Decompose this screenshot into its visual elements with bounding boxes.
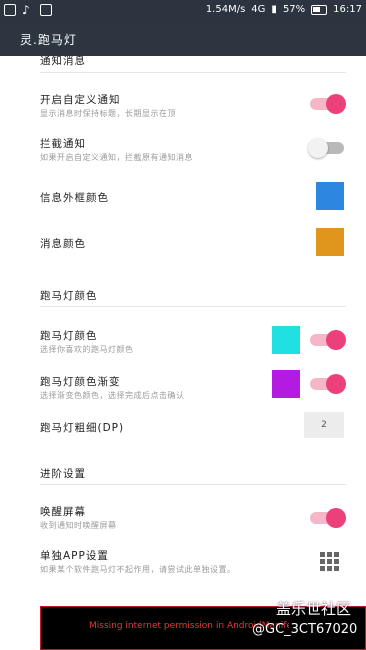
wake-screen-toggle[interactable] <box>310 508 346 528</box>
network-type: 4G <box>251 4 266 15</box>
message-color-swatch[interactable] <box>316 228 344 256</box>
battery-percent: 57% <box>282 4 306 15</box>
block-notification-toggle[interactable] <box>308 138 346 158</box>
watermark-site: 盖乐世社区 <box>276 600 352 618</box>
app-grid-icon[interactable] <box>320 552 340 572</box>
row-subtitle: 如果某个软件跑马灯不起作用，请尝试此单独设置。 <box>40 565 236 574</box>
row-subtitle: 如果开启自定义通知，拦截原有通知消息 <box>40 153 193 162</box>
row-title: 消息颜色 <box>40 238 86 250</box>
marquee-color-swatch[interactable] <box>272 326 300 354</box>
marquee-gradient-swatch[interactable] <box>272 370 300 398</box>
row-title: 开启自定义通知 <box>40 94 121 106</box>
image-icon <box>4 4 16 16</box>
row-subtitle: 显示消息时保持标题，长期显示在顶 <box>40 109 176 118</box>
divider <box>40 72 346 73</box>
section-title-notification: 通知消息 <box>40 56 86 67</box>
row-subtitle: 收到通知时唤醒屏幕 <box>40 521 117 530</box>
divider <box>40 306 346 307</box>
watermark-user: @GC_3CT67020 <box>252 622 358 637</box>
row-title: 跑马灯颜色渐变 <box>40 376 121 388</box>
battery-icon <box>311 4 328 15</box>
page-title: 灵.跑马灯 <box>20 33 77 47</box>
status-bar: ♪ 1.54M/s 4G ▮ 57% 16:17 <box>0 0 366 22</box>
info-border-color-swatch[interactable] <box>316 182 344 210</box>
marquee-color-toggle[interactable] <box>310 330 346 350</box>
marquee-width-value[interactable]: 2 <box>304 412 344 438</box>
section-title-advanced: 进阶设置 <box>40 468 86 480</box>
app-bar: 灵.跑马灯 <box>0 22 366 56</box>
row-title: 唤醒屏幕 <box>40 506 86 518</box>
custom-notification-toggle[interactable] <box>310 94 346 114</box>
row-title: 单独APP设置 <box>40 550 109 562</box>
row-title: 跑马灯粗细(DP) <box>40 422 125 434</box>
signal-icon: ▮ <box>271 4 277 15</box>
wifi-icon <box>40 4 52 16</box>
network-speed: 1.54M/s <box>205 4 246 15</box>
row-title: 拦截通知 <box>40 138 86 150</box>
section-title-marquee: 跑马灯颜色 <box>40 290 98 302</box>
row-title: 信息外框颜色 <box>40 192 109 204</box>
music-note-icon: ♪ <box>22 3 30 17</box>
clock: 16:17 <box>333 4 362 15</box>
divider <box>40 484 346 485</box>
row-title: 跑马灯颜色 <box>40 330 98 342</box>
marquee-gradient-toggle[interactable] <box>310 374 346 394</box>
row-subtitle: 选择渐变色颜色，选择完成后点击确认 <box>40 391 185 400</box>
row-subtitle: 选择你喜欢的跑马灯颜色 <box>40 345 134 354</box>
status-icons-right: 1.54M/s 4G ▮ 57% 16:17 <box>206 4 362 15</box>
status-icons-left: ♪ <box>4 4 52 16</box>
settings-list[interactable]: 通知消息 开启自定义通知 显示消息时保持标题，长期显示在顶 拦截通知 如果开启自… <box>0 56 366 606</box>
